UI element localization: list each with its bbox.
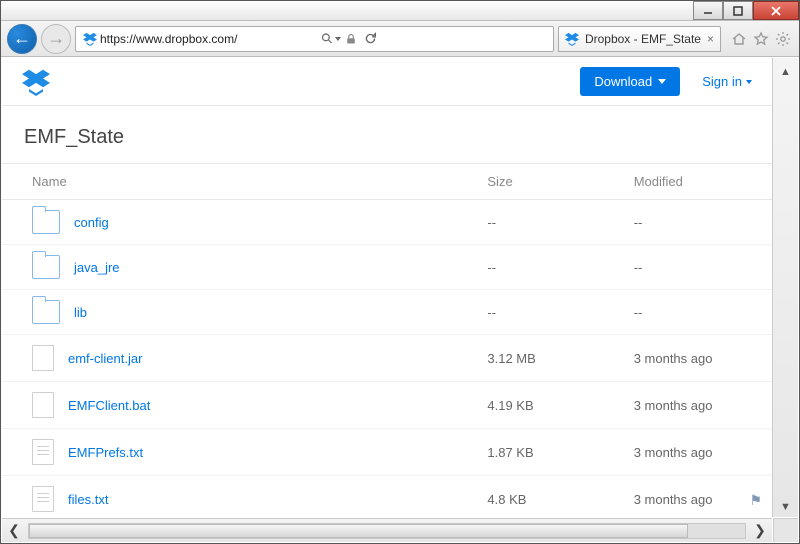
dropbox-favicon: [80, 29, 100, 49]
file-modified: --: [626, 290, 772, 335]
file-size: 1.87 KB: [479, 429, 625, 476]
caret-down-icon: [746, 80, 752, 84]
file-size: --: [479, 245, 625, 290]
scroll-left-icon[interactable]: ❮: [2, 519, 26, 542]
folder-icon: [32, 300, 60, 324]
scrollbar-track[interactable]: [28, 523, 746, 539]
file-size: 4.19 KB: [479, 382, 625, 429]
file-name-link[interactable]: emf-client.jar: [68, 351, 142, 366]
url-scheme: https://: [100, 32, 136, 46]
page-viewport: Download Sign in EMF_State Name Size Mod…: [2, 58, 772, 517]
download-button[interactable]: Download: [580, 67, 680, 96]
file-icon: [32, 439, 54, 465]
file-size: --: [479, 290, 625, 335]
file-name-link[interactable]: EMFPrefs.txt: [68, 445, 143, 460]
search-icon[interactable]: [321, 29, 341, 49]
table-row[interactable]: EMFPrefs.txt 1.87 KB3 months ago: [2, 429, 772, 476]
dropbox-logo-icon[interactable]: [22, 68, 50, 96]
folder-icon: [32, 210, 60, 234]
tab-title: Dropbox - EMF_State: [585, 32, 701, 46]
close-tab-icon[interactable]: ×: [707, 32, 714, 46]
table-row[interactable]: java_jre ----: [2, 245, 772, 290]
file-icon: [32, 392, 54, 418]
file-name-link[interactable]: lib: [74, 305, 87, 320]
caret-down-icon: [658, 79, 666, 84]
minimize-button[interactable]: [693, 1, 723, 20]
address-bar[interactable]: https://www.dropbox.com/: [75, 26, 554, 52]
folder-icon: [32, 255, 60, 279]
table-row[interactable]: files.txt4.8 KB3 months ago: [2, 476, 772, 518]
refresh-icon[interactable]: [361, 29, 381, 49]
browser-toolbar: ← ← https://www.dropbox.com/ Dropbox - E…: [1, 21, 799, 57]
page-title: EMF_State: [2, 106, 772, 163]
file-table: Name Size Modified config----java_jre---…: [2, 163, 772, 517]
file-size: 4.8 KB: [479, 476, 625, 518]
table-row[interactable]: emf-client.jar 3.12 MB3 months ago: [2, 335, 772, 382]
file-modified: 3 months ago: [626, 382, 772, 429]
column-name[interactable]: Name: [2, 164, 479, 200]
scrollbar-thumb[interactable]: [29, 524, 688, 538]
back-button[interactable]: ←: [7, 24, 37, 54]
column-size[interactable]: Size: [479, 164, 625, 200]
dropbox-favicon: [565, 32, 579, 46]
horizontal-scrollbar[interactable]: ❮ ❯: [2, 518, 772, 542]
flag-icon[interactable]: ⚑: [749, 492, 762, 509]
file-modified: --: [626, 200, 772, 245]
file-icon: [32, 345, 54, 371]
scroll-up-icon[interactable]: ▲: [776, 62, 796, 82]
vertical-scrollbar[interactable]: ▲ ▼: [772, 58, 798, 517]
scroll-down-icon[interactable]: ▼: [776, 497, 796, 517]
file-size: 3.12 MB: [479, 335, 625, 382]
close-button[interactable]: [753, 1, 799, 20]
tools-icon[interactable]: [773, 29, 793, 49]
url-rest: [237, 32, 320, 46]
dropbox-topbar: Download Sign in: [2, 58, 772, 106]
table-row[interactable]: config ----: [2, 200, 772, 245]
table-row[interactable]: lib ----: [2, 290, 772, 335]
window-titlebar: [1, 1, 799, 21]
file-name-link[interactable]: config: [74, 215, 109, 230]
browser-tab[interactable]: Dropbox - EMF_State ×: [558, 26, 721, 52]
file-modified: --: [626, 245, 772, 290]
column-modified[interactable]: Modified: [626, 164, 772, 200]
file-modified: 3 months ago: [626, 335, 772, 382]
download-button-label: Download: [594, 74, 652, 89]
maximize-button[interactable]: [723, 1, 753, 20]
table-row[interactable]: EMFClient.bat 4.19 KB3 months ago: [2, 382, 772, 429]
signin-link[interactable]: Sign in: [702, 74, 752, 89]
file-icon: [32, 486, 54, 512]
favorites-icon[interactable]: [751, 29, 771, 49]
file-modified: 3 months ago: [626, 429, 772, 476]
file-name-link[interactable]: files.txt: [68, 492, 108, 507]
file-name-link[interactable]: EMFClient.bat: [68, 398, 150, 413]
scroll-right-icon[interactable]: ❯: [748, 519, 772, 542]
url-host: www.dropbox.com/: [136, 32, 237, 46]
home-icon[interactable]: [729, 29, 749, 49]
file-name-link[interactable]: java_jre: [74, 260, 120, 275]
file-size: --: [479, 200, 625, 245]
scrollbar-corner: [773, 518, 798, 542]
forward-button[interactable]: ←: [41, 24, 71, 54]
signin-label: Sign in: [702, 74, 742, 89]
lock-icon: [341, 29, 361, 49]
